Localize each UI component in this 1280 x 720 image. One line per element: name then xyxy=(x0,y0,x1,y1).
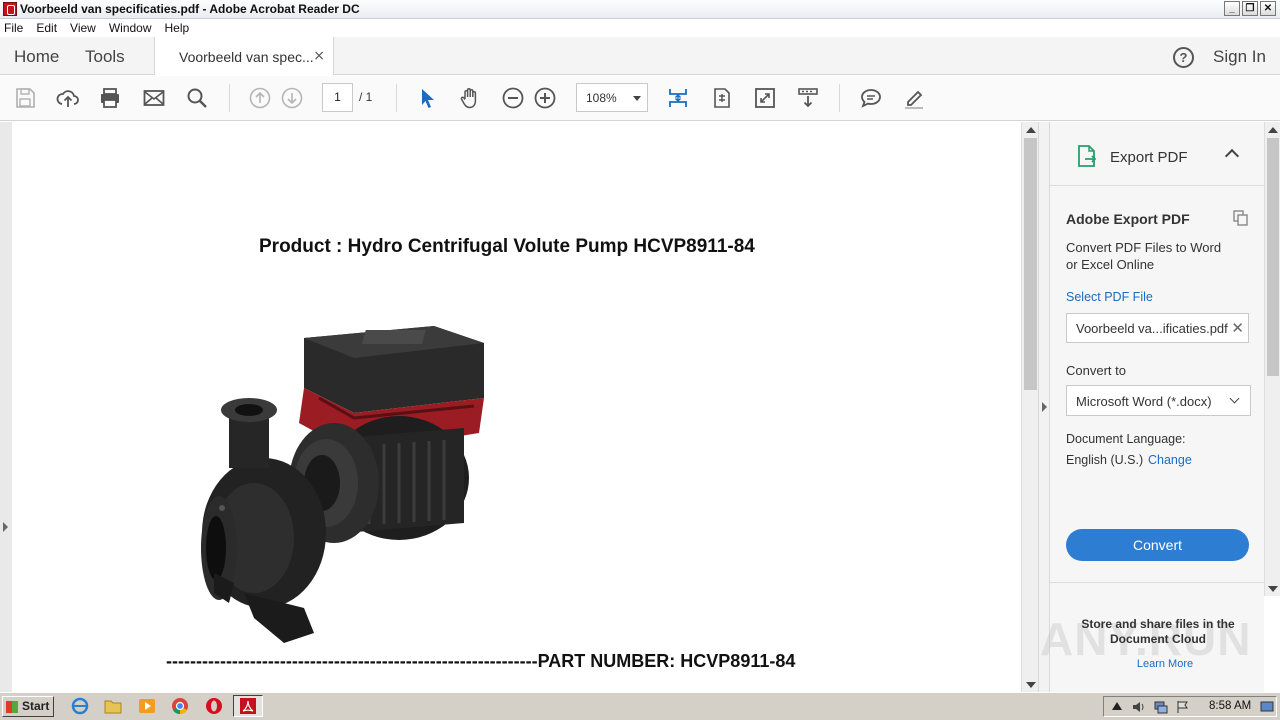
convert-to-label: Convert to xyxy=(1066,363,1126,378)
help-icon[interactable]: ? xyxy=(1173,47,1194,68)
acrobat-taskbar-button[interactable] xyxy=(233,695,263,717)
flag-icon[interactable] xyxy=(1176,700,1190,714)
chevron-down-icon xyxy=(633,96,641,101)
adobe-export-title: Adobe Export PDF xyxy=(1066,211,1190,227)
chrome-icon[interactable] xyxy=(171,697,189,715)
menu-bar: File Edit View Window Help xyxy=(0,19,1280,37)
tab-home[interactable]: Home xyxy=(14,47,59,67)
document-tab-label: Voorbeeld van spec... xyxy=(179,49,314,65)
pane-divider[interactable] xyxy=(1038,122,1050,692)
acrobat-icon xyxy=(240,698,256,714)
select-cursor-icon[interactable] xyxy=(416,86,440,110)
zoom-out-icon[interactable] xyxy=(501,86,525,110)
email-icon[interactable] xyxy=(142,86,166,110)
tab-bar: Home Tools Voorbeeld van spec... × xyxy=(0,37,1280,75)
document-language-label: Document Language: xyxy=(1066,432,1186,446)
copy-icon[interactable] xyxy=(1232,209,1249,226)
rotate-icon[interactable] xyxy=(710,86,734,110)
windows-logo-icon xyxy=(6,701,18,713)
close-tab-icon[interactable]: × xyxy=(313,48,325,64)
scroll-up-icon[interactable] xyxy=(1026,127,1036,133)
selected-file-name: Voorbeeld va...ificaties.pdf xyxy=(1076,321,1228,336)
scroll-down-icon[interactable] xyxy=(1026,682,1036,688)
clock: 8:58 AM xyxy=(1209,700,1252,712)
next-page-icon[interactable] xyxy=(280,86,304,110)
scrollbar-thumb[interactable] xyxy=(1267,138,1279,376)
toolbar-divider xyxy=(396,84,397,112)
tab-tools[interactable]: Tools xyxy=(85,47,125,67)
export-pdf-title: Export PDF xyxy=(1110,149,1188,166)
print-icon[interactable] xyxy=(98,86,122,110)
selected-file-field[interactable]: Voorbeeld va...ificaties.pdf ✕ xyxy=(1066,313,1249,343)
comment-icon[interactable] xyxy=(859,86,883,110)
minimize-button[interactable]: _ xyxy=(1224,1,1240,16)
pump-image xyxy=(201,326,484,643)
full-screen-icon[interactable] xyxy=(753,86,777,110)
left-panel-toggle-icon[interactable] xyxy=(3,522,8,532)
part-number-line: ----------------------------------------… xyxy=(166,651,796,671)
hand-icon[interactable] xyxy=(458,86,482,110)
close-window-button[interactable]: ✕ xyxy=(1260,1,1276,16)
start-button[interactable]: Start xyxy=(2,696,54,717)
clear-file-icon[interactable]: ✕ xyxy=(1229,319,1244,337)
pane-separator xyxy=(1050,582,1264,583)
page-total: / 1 xyxy=(359,90,373,104)
prev-page-icon[interactable] xyxy=(248,86,272,110)
highlight-icon[interactable] xyxy=(902,86,926,110)
document-heading: Product : Hydro Centrifugal Volute Pump … xyxy=(259,236,755,257)
start-label: Start xyxy=(22,699,50,713)
opera-icon[interactable] xyxy=(205,697,223,715)
zoom-select[interactable]: 108% xyxy=(576,83,648,112)
folder-icon[interactable] xyxy=(104,697,122,715)
convert-to-select[interactable]: Microsoft Word (*.docx) xyxy=(1066,385,1251,416)
network-icon[interactable] xyxy=(1154,700,1168,714)
export-pdf-icon xyxy=(1078,145,1097,167)
show-desktop-icon[interactable] xyxy=(1260,700,1274,714)
fit-page-icon[interactable] xyxy=(666,86,690,110)
title-bar: Voorbeeld van specificaties.pdf - Adobe … xyxy=(0,0,1280,19)
menu-edit[interactable]: Edit xyxy=(36,21,57,35)
pdf-page xyxy=(12,122,1021,692)
media-player-icon[interactable] xyxy=(138,697,156,715)
volume-icon[interactable] xyxy=(1132,700,1146,714)
document-language-value: English (U.S.) xyxy=(1066,453,1144,467)
taskbar xyxy=(0,692,1280,720)
scrollbar-thumb[interactable] xyxy=(1024,138,1037,390)
menu-file[interactable]: File xyxy=(4,21,23,35)
convert-to-value: Microsoft Word (*.docx) xyxy=(1076,394,1212,409)
scroll-mode-icon[interactable] xyxy=(796,86,820,110)
save-icon[interactable] xyxy=(13,86,37,110)
search-icon[interactable] xyxy=(185,86,209,110)
select-pdf-file-link[interactable]: Select PDF File xyxy=(1066,290,1153,304)
upload-icon[interactable] xyxy=(56,86,80,110)
zoom-in-icon[interactable] xyxy=(533,86,557,110)
learn-more-link[interactable]: Learn More xyxy=(1066,658,1264,670)
menu-help[interactable]: Help xyxy=(165,21,190,35)
zoom-value: 108% xyxy=(586,91,617,105)
tray-arrow-icon[interactable] xyxy=(1110,700,1124,714)
sign-in-button[interactable]: Sign In xyxy=(1213,47,1266,67)
internet-explorer-icon[interactable] xyxy=(71,697,89,715)
toolbar-divider xyxy=(229,84,230,112)
toolbar-divider xyxy=(839,84,840,112)
restore-button[interactable]: ❐ xyxy=(1242,1,1258,16)
window-controls: _ ❐ ✕ xyxy=(1224,1,1276,16)
change-language-link[interactable]: Change xyxy=(1148,453,1192,467)
export-description: Convert PDF Files to Word or Excel Onlin… xyxy=(1066,240,1222,272)
tab-document[interactable]: Voorbeeld van spec... × xyxy=(154,37,334,75)
scroll-up-icon[interactable] xyxy=(1268,127,1278,133)
scroll-down-icon[interactable] xyxy=(1268,586,1278,592)
chevron-down-icon xyxy=(1229,393,1240,404)
menu-window[interactable]: Window xyxy=(109,21,152,35)
right-pane-scrollbar[interactable] xyxy=(1264,122,1280,596)
page-number-input[interactable]: 1 xyxy=(322,83,353,112)
document-cloud-text: Store and share files in the Document Cl… xyxy=(1081,617,1235,646)
menu-view[interactable]: View xyxy=(70,21,96,35)
acrobat-app-icon xyxy=(3,2,17,16)
document-viewport[interactable] xyxy=(0,122,1021,692)
window-title: Voorbeeld van specificaties.pdf - Adobe … xyxy=(20,2,360,16)
document-scrollbar[interactable] xyxy=(1021,122,1038,692)
right-panel-toggle-icon[interactable] xyxy=(1042,402,1047,412)
convert-button[interactable]: Convert xyxy=(1066,529,1249,561)
